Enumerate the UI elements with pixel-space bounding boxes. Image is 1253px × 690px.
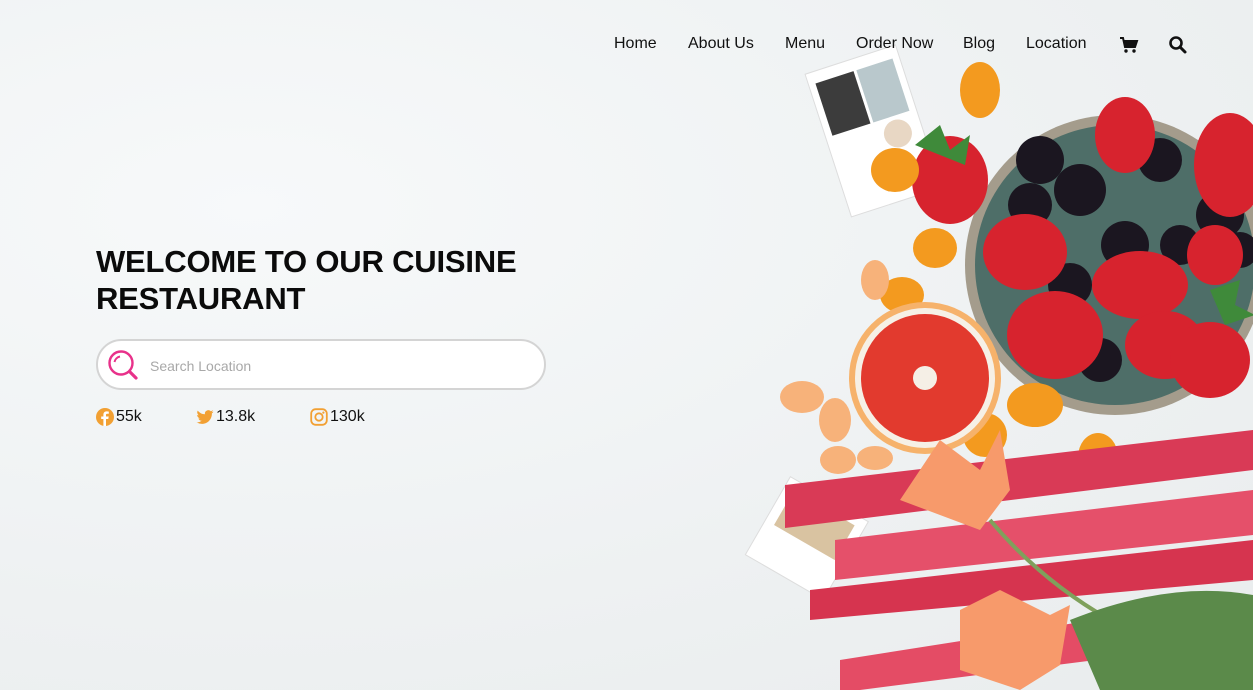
title-line-2: RESTAURANT <box>96 281 306 316</box>
fruit-bowl-image <box>744 44 1253 690</box>
main-nav: Home About Us Menu Order Now Blog Locati… <box>0 33 1253 57</box>
instagram-icon <box>310 408 328 426</box>
instagram-link[interactable]: 130k <box>310 407 365 427</box>
nav-order-now[interactable]: Order Now <box>856 33 933 55</box>
twitter-count: 13.8k <box>216 408 256 425</box>
magnifier-icon[interactable] <box>106 348 140 382</box>
search-location-input[interactable] <box>148 349 532 383</box>
twitter-icon <box>196 410 214 424</box>
nav-about-us[interactable]: About Us <box>688 33 754 55</box>
location-search-bar <box>96 339 546 390</box>
twitter-link[interactable]: 13.8k <box>196 407 255 427</box>
facebook-link[interactable]: 55k <box>96 407 142 427</box>
nav-location[interactable]: Location <box>1026 33 1087 55</box>
search-icon[interactable] <box>1168 35 1188 55</box>
title-line-1: WELCOME TO OUR CUISINE <box>96 244 517 279</box>
facebook-count: 55k <box>116 408 142 425</box>
instagram-count: 130k <box>330 408 365 425</box>
nav-home[interactable]: Home <box>614 33 657 55</box>
nav-blog[interactable]: Blog <box>963 33 995 55</box>
nav-menu[interactable]: Menu <box>785 33 825 55</box>
page-title: WELCOME TO OUR CUISINE RESTAURANT <box>96 243 576 317</box>
cart-icon[interactable] <box>1119 35 1139 55</box>
facebook-icon <box>96 408 114 426</box>
